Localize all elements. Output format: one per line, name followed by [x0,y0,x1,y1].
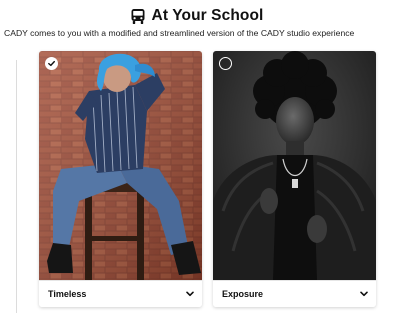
option-label: Exposure [222,289,264,299]
man-black-white-portrait-photo [213,51,376,280]
option-photo[interactable] [39,51,202,280]
option-label: Timeless [48,289,87,299]
bus-icon [130,8,146,25]
divider [16,60,17,313]
page-subtitle: CADY comes to you with a modified and st… [4,28,355,38]
section-header: At Your School [0,6,393,26]
chevron-down-icon[interactable] [360,291,368,297]
selected-check-icon[interactable] [45,57,58,70]
option-dropdown-timeless[interactable]: Timeless [39,280,202,307]
page: At Your School CADY comes to you with a … [0,0,393,313]
option-card-timeless[interactable]: Timeless [39,51,202,307]
option-card-exposure[interactable]: Exposure [213,51,376,307]
unselected-radio-icon[interactable] [219,57,232,70]
woman-blue-hair-brick-wall-photo [39,51,202,280]
chevron-down-icon[interactable] [186,291,194,297]
option-dropdown-exposure[interactable]: Exposure [213,280,376,307]
option-photo[interactable] [213,51,376,280]
page-title: At Your School [151,7,264,24]
